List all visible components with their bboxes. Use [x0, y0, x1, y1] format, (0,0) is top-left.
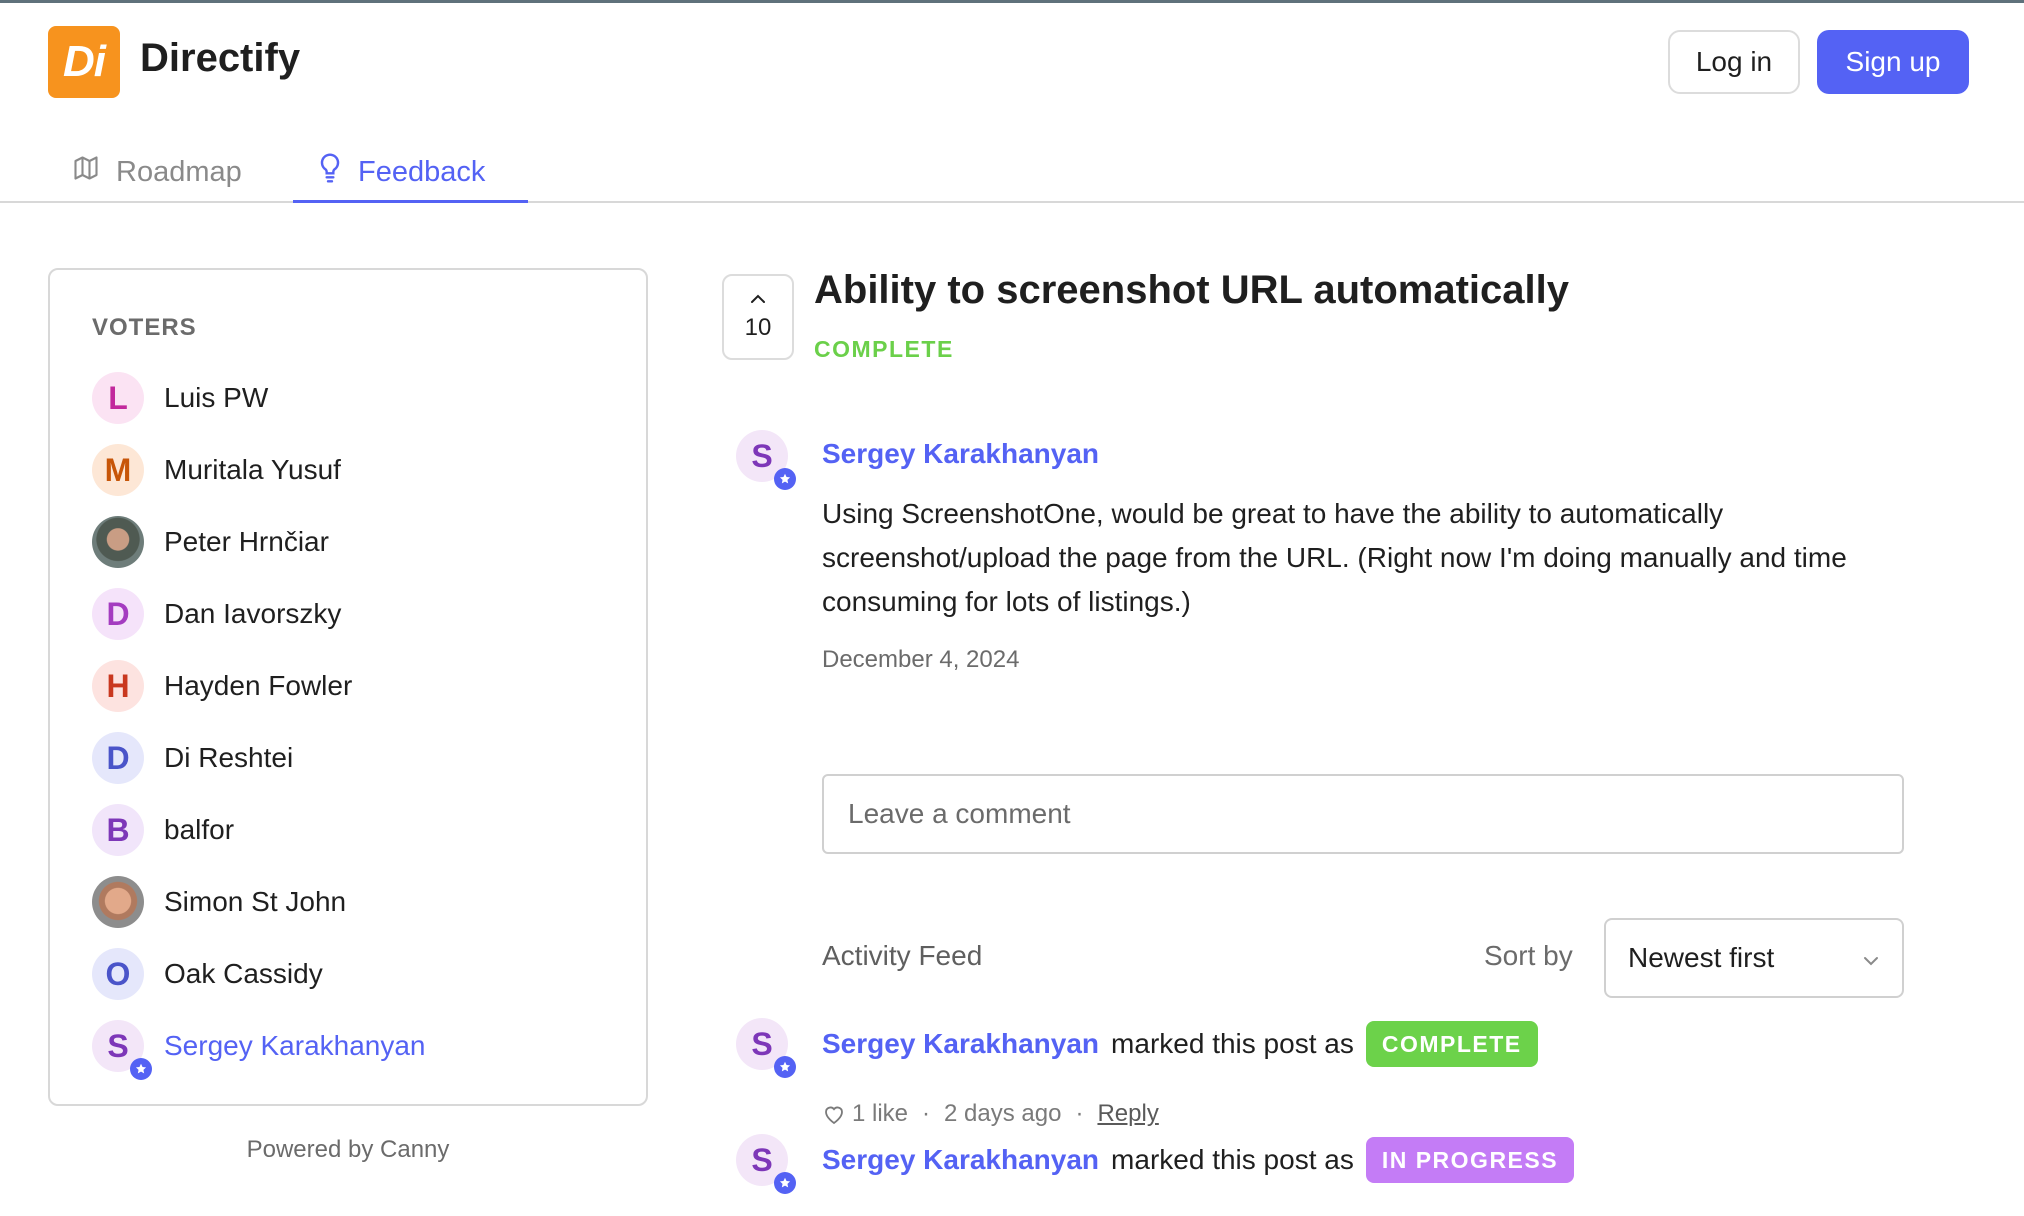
chevron-down-icon — [1862, 942, 1880, 974]
activity-feed-heading: Activity Feed — [822, 940, 983, 971]
author-avatar[interactable]: S — [736, 430, 796, 490]
brand-name[interactable]: Directify — [140, 36, 300, 81]
voter-item[interactable]: D Di Reshtei — [92, 732, 293, 784]
avatar-initial: H — [106, 667, 130, 704]
avatar: S — [92, 1020, 152, 1080]
activity-author-link[interactable]: Sergey Karakhanyan — [822, 1028, 1099, 1060]
status-badge: IN PROGRESS — [1365, 1137, 1575, 1183]
activity-item: Sergey Karakhanyan marked this post as I… — [822, 1137, 1575, 1183]
voter-item[interactable]: M Muritala Yusuf — [92, 444, 341, 496]
voter-item[interactable]: Peter Hrnčiar — [92, 516, 329, 568]
post-body: Using ScreenshotOne, would be great to h… — [822, 498, 1847, 617]
avatar: D — [92, 732, 144, 784]
separator-dot: · — [1075, 1100, 1084, 1127]
admin-star-icon — [130, 1058, 152, 1080]
activity-text: marked this post as — [1111, 1144, 1354, 1175]
like-count: 1 like — [852, 1100, 909, 1127]
avatar-initial: M — [104, 451, 132, 488]
avatar-initial: S — [751, 1141, 773, 1178]
login-button[interactable]: Log in — [1668, 30, 1800, 94]
sort-selected-value: Newest first — [1628, 942, 1775, 973]
voter-name: Di Reshtei — [164, 742, 294, 773]
voter-item[interactable]: O Oak Cassidy — [92, 948, 323, 1000]
activity-avatar[interactable]: S — [736, 1134, 796, 1194]
voters-heading: VOTERS — [92, 314, 197, 341]
voter-name: Luis PW — [164, 382, 269, 413]
voters-panel: VOTERS L Luis PW M Muritala Yusuf Peter Hrnč… — [48, 268, 648, 1106]
chevron-up-icon — [749, 292, 767, 310]
voter-item[interactable]: H Hayden Fowler — [92, 660, 352, 712]
active-tab-indicator — [293, 200, 528, 203]
avatar: M — [92, 444, 144, 496]
voter-name: Simon St John — [164, 886, 347, 917]
avatar-initial: S — [751, 437, 773, 474]
vote-count: 10 — [744, 314, 772, 341]
voter-name: Peter Hrnčiar — [164, 526, 329, 557]
avatar-photo — [92, 516, 144, 568]
map-icon — [72, 154, 116, 190]
voter-item[interactable]: Simon St John — [92, 876, 346, 928]
reply-link[interactable]: Reply — [1097, 1100, 1158, 1128]
tab-feedback[interactable]: Feedback — [318, 140, 485, 204]
voter-item[interactable]: D Dan Iavorszky — [92, 588, 341, 640]
post-date: December 4, 2024 — [822, 646, 1020, 673]
voter-name: Muritala Yusuf — [164, 454, 341, 485]
upvote-button[interactable]: 10 — [722, 274, 794, 360]
activity-meta: 1 like · 2 days ago · Reply — [822, 1100, 1159, 1128]
window-top-border — [0, 0, 2024, 3]
comment-input[interactable] — [822, 774, 1904, 854]
avatar-photo — [92, 876, 144, 928]
avatar-initial: D — [106, 595, 130, 632]
signup-button[interactable]: Sign up — [1817, 30, 1969, 94]
voter-name: balfor — [164, 814, 235, 845]
like-button[interactable]: 1 like — [822, 1100, 908, 1128]
separator-dot: · — [922, 1100, 931, 1127]
avatar: S — [736, 1134, 796, 1194]
activity-time: 2 days ago — [944, 1100, 1062, 1127]
voter-name: Sergey Karakhanyan — [164, 1030, 426, 1061]
status-badge: COMPLETE — [1365, 1021, 1538, 1067]
avatar-initial: B — [106, 811, 130, 848]
sort-select[interactable]: Newest first — [1604, 918, 1904, 998]
avatar: O — [92, 948, 144, 1000]
tab-feedback-label: Feedback — [358, 155, 486, 188]
admin-star-icon — [774, 468, 796, 490]
activity-text: marked this post as — [1111, 1028, 1354, 1059]
avatar-initial: S — [751, 1025, 773, 1062]
tab-roadmap-label: Roadmap — [116, 155, 242, 188]
admin-star-icon — [774, 1172, 796, 1194]
voter-name: Oak Cassidy — [164, 958, 323, 989]
avatar: L — [92, 372, 144, 424]
sort-by-label: Sort by — [1484, 940, 1573, 971]
voter-name: Dan Iavorszky — [164, 598, 342, 629]
avatar-initial: S — [107, 1027, 129, 1064]
powered-by-link[interactable]: Powered by Canny — [48, 1136, 648, 1164]
voter-item[interactable]: Bbalfor — [92, 804, 234, 856]
heart-icon — [825, 1106, 843, 1125]
post-status: COMPLETE — [814, 336, 954, 362]
voter-name: Hayden Fowler — [164, 670, 353, 701]
activity-author-link[interactable]: Sergey Karakhanyan — [822, 1144, 1099, 1176]
avatar-initial: O — [105, 955, 131, 992]
brand-logo[interactable]: Di — [48, 26, 120, 98]
avatar-initial: L — [108, 379, 128, 416]
avatar: H — [92, 660, 144, 712]
avatar: S — [736, 1018, 796, 1078]
avatar-initial: D — [106, 739, 130, 776]
tab-roadmap[interactable]: Roadmap — [72, 140, 242, 204]
activity-item: Sergey Karakhanyan marked this post as C… — [822, 1021, 1538, 1067]
avatar: B — [92, 804, 144, 856]
post-title: Ability to screenshot URL automatically — [814, 268, 1569, 312]
avatar: D — [92, 588, 144, 640]
lightbulb-icon — [318, 152, 358, 192]
admin-star-icon — [774, 1056, 796, 1078]
voter-item[interactable]: L Luis PW — [92, 372, 268, 424]
post-author-link[interactable]: Sergey Karakhanyan — [822, 438, 1099, 470]
voter-item[interactable]: S Sergey Karakhanyan — [92, 1020, 426, 1080]
avatar: S — [736, 430, 796, 490]
activity-avatar[interactable]: S — [736, 1018, 796, 1078]
